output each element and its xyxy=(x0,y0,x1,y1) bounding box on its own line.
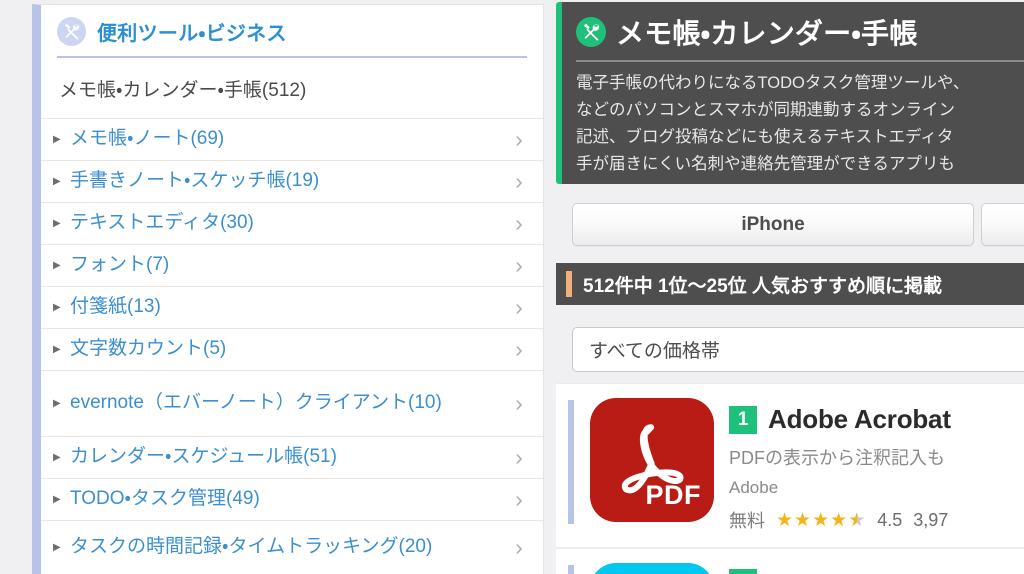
sidebar-item-evernote-client[interactable]: ▶ evernote（エバーノート）クライアント(10) › xyxy=(41,371,543,437)
app-rating-value: 4.5 xyxy=(877,509,903,530)
sidebar-item-calendar-schedule[interactable]: ▶ カレンダー・スケジュール帳(51) › xyxy=(41,437,543,479)
app-developer: Adobe xyxy=(729,478,779,497)
app-icon-pdf-label: PDF xyxy=(645,480,701,510)
sidebar-item-label: 文字数カウント(5) xyxy=(70,338,227,360)
category-hero-banner: メモ帳・カレンダー・手帳 電子手帳の代わりになるTODOタスク管理ツールや、 な… xyxy=(556,2,1024,184)
sidebar-item-label: タスクの時間記録・タイムトラッキング(20) xyxy=(70,535,433,557)
row-accent-bar xyxy=(568,400,574,524)
caret-right-icon: ▶ xyxy=(53,344,61,355)
sidebar-item-label: evernote（エバーノート）クライアント(10) xyxy=(70,392,442,414)
app-title-row: 1 Adobe Acrobat xyxy=(729,404,1024,435)
app-meta-row: 無料 ★★★★★ 4.5 3,97 xyxy=(729,507,1024,533)
hero-description-line: 手が届きにくい名刺や連絡先管理ができるアプリも xyxy=(576,154,955,173)
sidebar-item-label: フォント(7) xyxy=(70,254,170,276)
sidebar-header: 便利ツール・ビジネス xyxy=(41,5,543,56)
caret-right-icon: ▶ xyxy=(53,452,61,463)
hero-description-line: 記述、ブログ投稿などにも使えるテキストエディタ xyxy=(576,127,954,146)
chevron-right-icon: › xyxy=(515,210,523,236)
caret-right-icon: ▶ xyxy=(53,398,61,409)
app-description: PDFの表示から注釈記入も xyxy=(729,448,945,468)
chevron-right-icon: › xyxy=(515,336,523,362)
app-screen: 便利ツール・ビジネス メモ帳・カレンダー・手帳(512) ▶ メモ帳・ノート(6… xyxy=(0,0,1024,574)
platform-tabs: iPhone xyxy=(572,203,1024,246)
tab-secondary[interactable] xyxy=(981,203,1024,246)
sidebar-title: 便利ツール・ビジネス xyxy=(97,23,287,45)
app-ranking-list: PDF 1 Adobe Acrobat PDFの表示から注釈記入も Adobe … xyxy=(556,383,1024,574)
price-filter-value: すべての価格帯 xyxy=(589,341,720,362)
hero-title-row: メモ帳・カレンダー・手帳 xyxy=(562,2,1024,52)
caret-right-icon: ▶ xyxy=(53,134,61,145)
app-price: 無料 xyxy=(729,511,765,531)
chevron-right-icon: › xyxy=(515,533,523,560)
tab-label: iPhone xyxy=(741,213,805,235)
caret-right-icon: ▶ xyxy=(53,494,61,505)
star-rating-icon: ★★★★★ xyxy=(776,509,867,531)
row-accent-bar xyxy=(568,565,574,574)
ranking-banner: 512件中 1位〜25位 人気おすすめ順に掲載 xyxy=(556,263,1024,305)
sidebar-item-label: テキストエディタ(30) xyxy=(70,212,254,234)
rank-badge: 1 xyxy=(729,405,757,434)
caret-right-icon: ▶ xyxy=(53,260,61,271)
sidebar-item-character-count[interactable]: ▶ 文字数カウント(5) › xyxy=(41,329,543,371)
sidebar-item-time-tracking[interactable]: ▶ タスクの時間記録・タイムトラッキング(20) › xyxy=(41,521,543,573)
app-name: Adobe Acrobat xyxy=(768,404,951,434)
caret-right-icon: ▶ xyxy=(53,176,61,187)
sidebar-item-label: 手書きノート・スケッチ帳(19) xyxy=(70,170,320,192)
app-icon-adobe-acrobat: PDF xyxy=(590,398,714,522)
sidebar-item-label: 付箋紙(13) xyxy=(70,296,161,318)
category-sidebar-card: 便利ツール・ビジネス メモ帳・カレンダー・手帳(512) ▶ メモ帳・ノート(6… xyxy=(32,4,544,574)
sidebar-item-label: メモ帳・ノート(69) xyxy=(70,128,225,150)
tab-iphone[interactable]: iPhone xyxy=(572,203,974,246)
chevron-right-icon: › xyxy=(515,444,523,470)
app-icon-secondary xyxy=(590,563,714,574)
ranking-banner-text: 512件中 1位〜25位 人気おすすめ順に掲載 xyxy=(583,275,942,297)
sidebar-item-label: カレンダー・スケジュール帳(51) xyxy=(70,446,337,468)
app-item-body xyxy=(714,563,1024,574)
app-list-item[interactable] xyxy=(556,548,1024,574)
sidebar-item-handwriting-sketch[interactable]: ▶ 手書きノート・スケッチ帳(19) › xyxy=(41,161,543,203)
tools-icon xyxy=(576,17,606,47)
app-list-item[interactable]: PDF 1 Adobe Acrobat PDFの表示から注釈記入も Adobe … xyxy=(556,383,1024,548)
sidebar-item-todo-task[interactable]: ▶ TODO・タスク管理(49) › xyxy=(41,479,543,521)
caret-right-icon: ▶ xyxy=(53,218,61,229)
tools-icon xyxy=(57,17,86,46)
sidebar-item-memo-note[interactable]: ▶ メモ帳・ノート(69) › xyxy=(41,119,543,161)
sidebar-item-text-editor[interactable]: ▶ テキストエディタ(30) › xyxy=(41,203,543,245)
app-review-count: 3,97 xyxy=(913,509,949,530)
price-filter-select[interactable]: すべての価格帯 xyxy=(572,327,1024,372)
chevron-right-icon: › xyxy=(515,294,523,320)
caret-right-icon: ▶ xyxy=(53,302,61,313)
chevron-right-icon: › xyxy=(515,390,523,416)
main-content-panel: メモ帳・カレンダー・手帳 電子手帳の代わりになるTODOタスク管理ツールや、 な… xyxy=(556,0,1024,574)
sidebar-item-sticky-notes[interactable]: ▶ 付箋紙(13) › xyxy=(41,287,543,329)
caret-right-icon: ▶ xyxy=(53,541,61,553)
hero-description: 電子手帳の代わりになるTODOタスク管理ツールや、 などのパソコンとスマホが同期… xyxy=(562,62,1024,178)
hero-description-line: などのパソコンとスマホが同期連動するオンライン xyxy=(576,100,956,119)
sidebar-category-list: ▶ メモ帳・ノート(69) › ▶ 手書きノート・スケッチ帳(19) › ▶ テ… xyxy=(41,118,543,573)
ranking-accent-bar xyxy=(566,271,572,297)
chevron-right-icon: › xyxy=(515,126,523,152)
chevron-right-icon: › xyxy=(515,252,523,278)
chevron-right-icon: › xyxy=(515,486,523,512)
app-item-body: 1 Adobe Acrobat PDFの表示から注釈記入も Adobe 無料 ★… xyxy=(714,398,1024,533)
hero-description-line: 電子手帳の代わりになるTODOタスク管理ツールや、 xyxy=(576,74,970,92)
sidebar-item-font[interactable]: ▶ フォント(7) › xyxy=(41,245,543,287)
sidebar-current-category: メモ帳・カレンダー・手帳(512) xyxy=(59,80,307,101)
rank-badge xyxy=(729,569,757,574)
app-title-row xyxy=(729,569,1024,574)
sidebar-item-label: TODO・タスク管理(49) xyxy=(70,488,260,510)
page-title: メモ帳・カレンダー・手帳 xyxy=(616,18,918,49)
chevron-right-icon: › xyxy=(515,168,523,194)
